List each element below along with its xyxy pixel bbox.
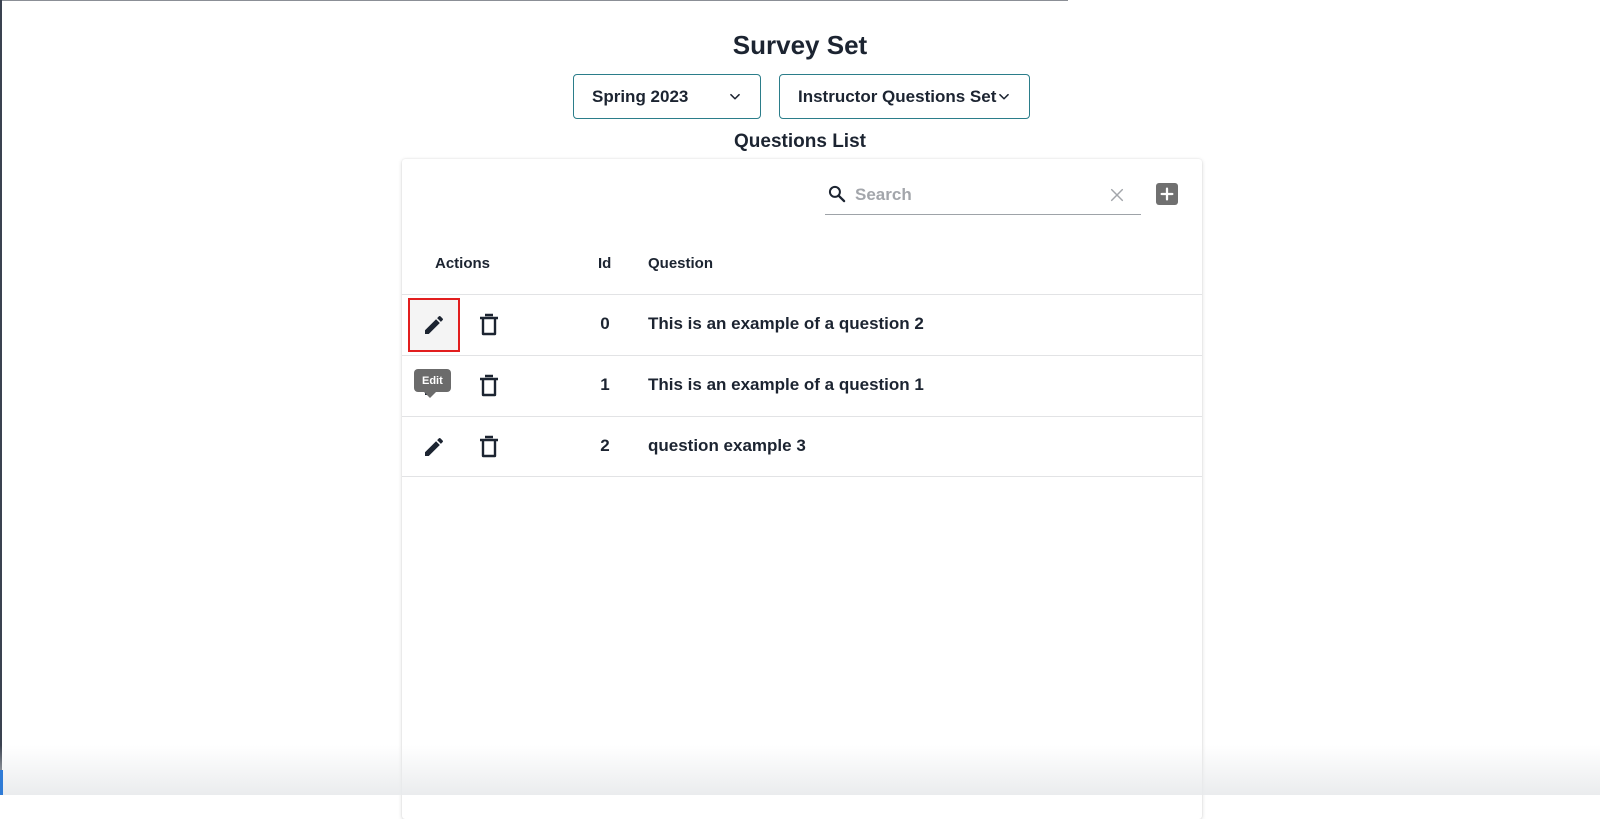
trash-icon [480, 313, 498, 336]
chevron-down-icon [999, 93, 1009, 100]
pencil-icon [425, 315, 444, 334]
trash-icon [480, 374, 498, 397]
window-left-border [0, 0, 2, 795]
delete-button[interactable] [476, 373, 502, 399]
table-row: 0 This is an example of a question 2 [402, 294, 1202, 355]
question-set-select[interactable]: Instructor Questions Set [779, 74, 1030, 119]
question-set-select-value: Instructor Questions Set [798, 86, 997, 106]
table-row: 2 question example 3 [402, 416, 1202, 477]
edit-button[interactable] [408, 420, 460, 474]
cell-question: This is an example of a question 2 [648, 314, 924, 333]
trash-icon [480, 435, 498, 458]
column-header-actions: Actions [435, 255, 491, 272]
questions-table-card: Actions Id Question 0 This is an example… [402, 159, 1202, 819]
column-header-question[interactable]: Question [648, 255, 713, 272]
table-row: 1 This is an example of a question 1 [402, 355, 1202, 416]
search-field [825, 181, 1141, 215]
edit-button[interactable] [408, 298, 460, 352]
cell-question: This is an example of a question 1 [648, 375, 924, 394]
page-title: Survey Set [732, 30, 868, 60]
pencil-icon [425, 437, 444, 456]
term-select-value: Spring 2023 [592, 86, 689, 106]
window-top-border [0, 0, 1068, 1]
cell-id: 0 [600, 314, 610, 333]
search-icon [828, 185, 846, 203]
delete-button[interactable] [476, 312, 502, 338]
add-question-button[interactable] [1156, 183, 1178, 205]
column-header-id[interactable]: Id [598, 255, 611, 272]
edit-tooltip: Edit [414, 369, 451, 398]
chevron-down-icon [730, 93, 740, 100]
term-select[interactable]: Spring 2023 [573, 74, 761, 119]
delete-button[interactable] [476, 434, 502, 460]
cell-id: 2 [600, 436, 610, 455]
close-icon[interactable] [1109, 187, 1125, 203]
window-edge-accent [0, 770, 3, 795]
cell-id: 1 [600, 375, 610, 394]
plus-icon [1160, 187, 1174, 201]
questions-list-title: Questions List [734, 131, 866, 152]
search-input[interactable] [855, 181, 1095, 209]
cell-question: question example 3 [648, 436, 806, 455]
